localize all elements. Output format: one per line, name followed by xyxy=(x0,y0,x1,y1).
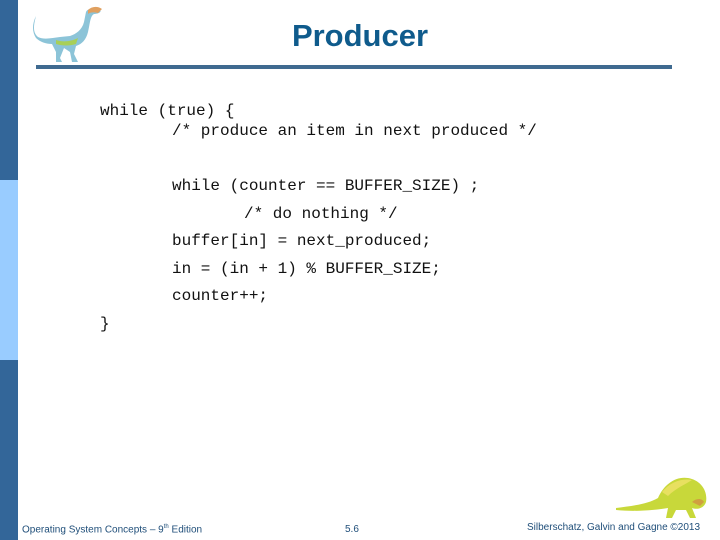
sidebar-segment-middle xyxy=(0,180,18,360)
footer-copyright: Silberschatz, Galvin and Gagne ©2013 xyxy=(527,522,701,533)
page-number: 5.6 xyxy=(345,524,359,535)
sidebar-decoration xyxy=(0,0,18,540)
code-line: buffer[in] = next_produced; xyxy=(172,232,432,250)
code-line: while (true) { xyxy=(100,102,235,120)
slide-title: Producer xyxy=(0,18,720,54)
code-line: } xyxy=(100,315,110,333)
code-line: in = (in + 1) % BUFFER_SIZE; xyxy=(172,260,441,278)
footer-book-prefix: Operating System Concepts – 9 xyxy=(22,524,164,536)
code-line: counter++; xyxy=(172,287,269,305)
footer-book-title: Operating System Concepts – 9th Edition xyxy=(22,524,202,535)
code-line: while (counter == BUFFER_SIZE) ; xyxy=(172,177,480,195)
sidebar-segment-bottom xyxy=(0,360,18,540)
code-line: /* do nothing */ xyxy=(244,205,398,223)
title-underline xyxy=(36,65,672,69)
dinosaur-icon-bottom xyxy=(616,477,707,518)
code-block: while (true) { /* produce an item in nex… xyxy=(100,102,537,333)
footer-book-suffix: Edition xyxy=(168,524,203,536)
code-line: /* produce an item in next produced */ xyxy=(172,122,537,140)
slide-title-text: Producer xyxy=(291,18,429,53)
